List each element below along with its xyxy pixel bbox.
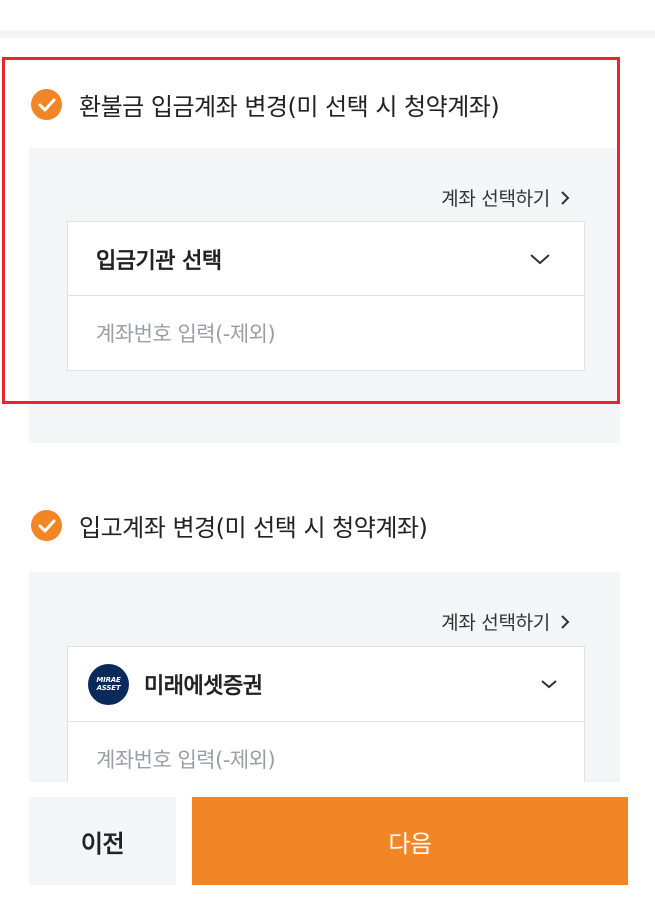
stock-select-account-link[interactable]: 계좌 선택하기 <box>441 608 570 635</box>
prev-button[interactable]: 이전 <box>29 797 176 885</box>
stock-account-form: MIRAE ASSET 미래에셋증권 계좌번호 입력(-제외) <box>67 646 585 782</box>
institution-select-label: 입금기관 선택 <box>96 248 222 274</box>
refund-institution-select[interactable]: 입금기관 선택 <box>68 222 584 296</box>
select-account-label: 계좌 선택하기 <box>441 188 550 210</box>
refund-account-toggle[interactable]: 환불금 입금계좌 변경(미 선택 시 청약계좌) <box>31 87 500 122</box>
stock-section-title: 입고계좌 변경(미 선택 시 청약계좌) <box>79 514 428 542</box>
chevron-right-icon <box>560 190 570 206</box>
stock-account-toggle[interactable]: 입고계좌 변경(미 선택 시 청약계좌) <box>31 508 428 543</box>
refund-account-number-input[interactable]: 계좌번호 입력(-제외) <box>68 296 584 370</box>
refund-select-account-link[interactable]: 계좌 선택하기 <box>441 184 570 211</box>
logo-text-asset: ASSET <box>96 684 121 692</box>
chevron-right-icon <box>560 614 570 630</box>
check-icon[interactable] <box>31 89 62 120</box>
top-band <box>0 0 655 38</box>
stock-account-number-input[interactable]: 계좌번호 입력(-제외) <box>68 722 584 782</box>
institution-selected-label: 미래에셋증권 <box>144 674 263 699</box>
select-account-label: 계좌 선택하기 <box>441 612 550 634</box>
chevron-down-icon <box>529 253 551 265</box>
chevron-down-icon <box>540 679 558 689</box>
logo-text-mirae: MIRAE <box>96 676 121 684</box>
next-button[interactable]: 다음 <box>192 797 628 885</box>
refund-section-title: 환불금 입금계좌 변경(미 선택 시 청약계좌) <box>79 93 500 121</box>
check-icon[interactable] <box>31 510 62 541</box>
mirae-asset-logo: MIRAE ASSET <box>88 663 129 705</box>
refund-account-form: 입금기관 선택 계좌번호 입력(-제외) <box>67 221 585 371</box>
stock-institution-select[interactable]: MIRAE ASSET 미래에셋증권 <box>68 647 584 722</box>
